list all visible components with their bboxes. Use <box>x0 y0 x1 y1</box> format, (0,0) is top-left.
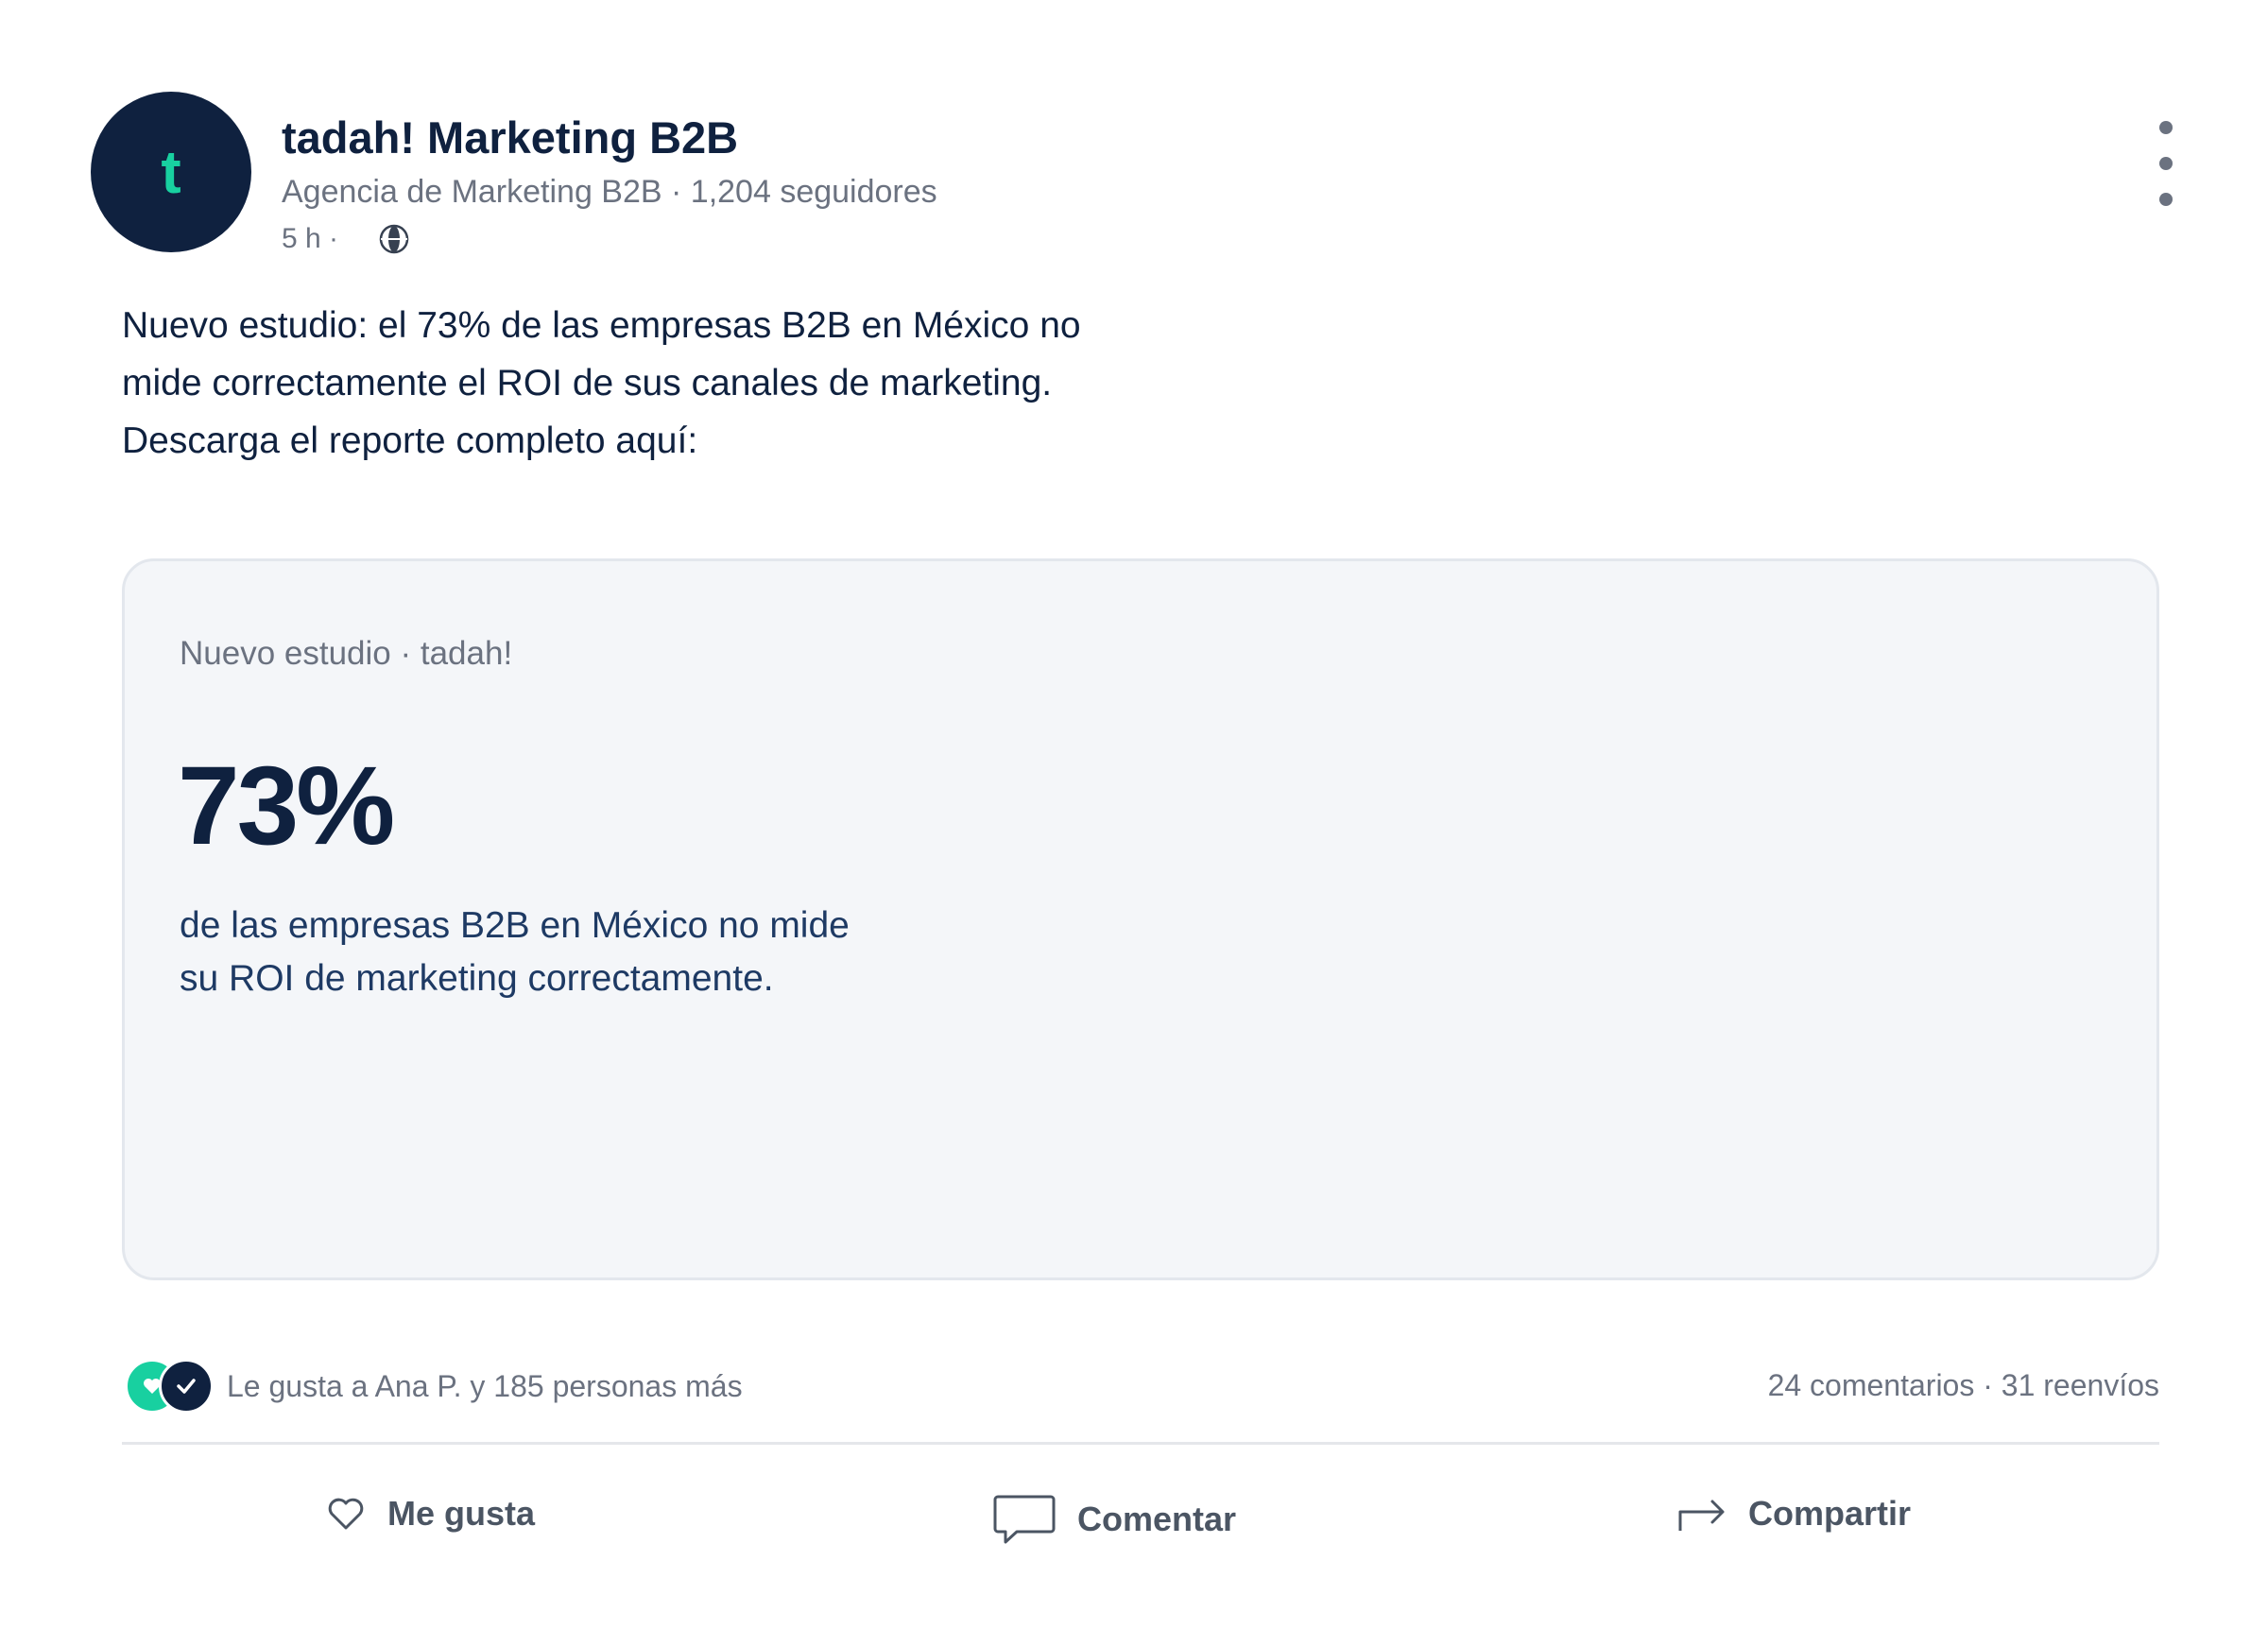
comment-icon <box>992 1493 1057 1546</box>
heart-icon <box>325 1493 367 1535</box>
card-stat: 73% <box>178 744 395 868</box>
card-description-line: su ROI de marketing correctamente. <box>180 958 774 999</box>
like-label: Me gusta <box>387 1494 536 1533</box>
engagement-counts[interactable]: 24 comentarios · 31 reenvíos <box>1768 1368 2159 1403</box>
avatar[interactable]: t <box>91 92 251 252</box>
share-button[interactable]: Compartir <box>1676 1493 1911 1535</box>
check-reaction-icon <box>159 1359 214 1414</box>
post-text: Nuevo estudio: el 73% de las empresas B2… <box>122 297 1256 470</box>
more-vertical-icon[interactable] <box>2147 121 2185 206</box>
reactions-text: Le gusta a Ana P. y 185 personas más <box>227 1368 743 1403</box>
card-description: de las empresas B2B en México no mide su… <box>180 900 850 1005</box>
avatar-letter: t <box>161 138 181 206</box>
card-description-line: de las empresas B2B en México no mide <box>180 905 850 946</box>
share-arrow-icon <box>1676 1493 1727 1535</box>
comment-label: Comentar <box>1077 1500 1237 1538</box>
card-kicker: Nuevo estudio · tadah! <box>180 635 513 672</box>
share-label: Compartir <box>1748 1494 1912 1533</box>
post-time: 5 h · <box>282 223 339 254</box>
author-subtitle: Agencia de Marketing B2B · 1,204 seguido… <box>282 174 937 210</box>
post-meta: 5 h · <box>282 223 410 255</box>
comment-button[interactable]: Comentar <box>992 1493 1236 1546</box>
post-text-line: Nuevo estudio: el 73% de las empresas B2… <box>122 305 1081 346</box>
feed-post: t tadah! Marketing B2B Agencia de Market… <box>0 0 2268 1629</box>
divider <box>122 1442 2159 1445</box>
post-text-line: mide correctamente el ROI de sus canales… <box>122 363 1053 403</box>
author-name[interactable]: tadah! Marketing B2B <box>282 111 738 163</box>
globe-icon <box>378 223 410 255</box>
study-card[interactable]: Nuevo estudio · tadah! 73% de las empres… <box>122 558 2159 1280</box>
reactions-summary[interactable]: Le gusta a Ana P. y 185 personas más <box>125 1359 743 1414</box>
post-text-line: Descarga el reporte completo aquí: <box>122 420 698 461</box>
like-button[interactable]: Me gusta <box>325 1493 535 1535</box>
